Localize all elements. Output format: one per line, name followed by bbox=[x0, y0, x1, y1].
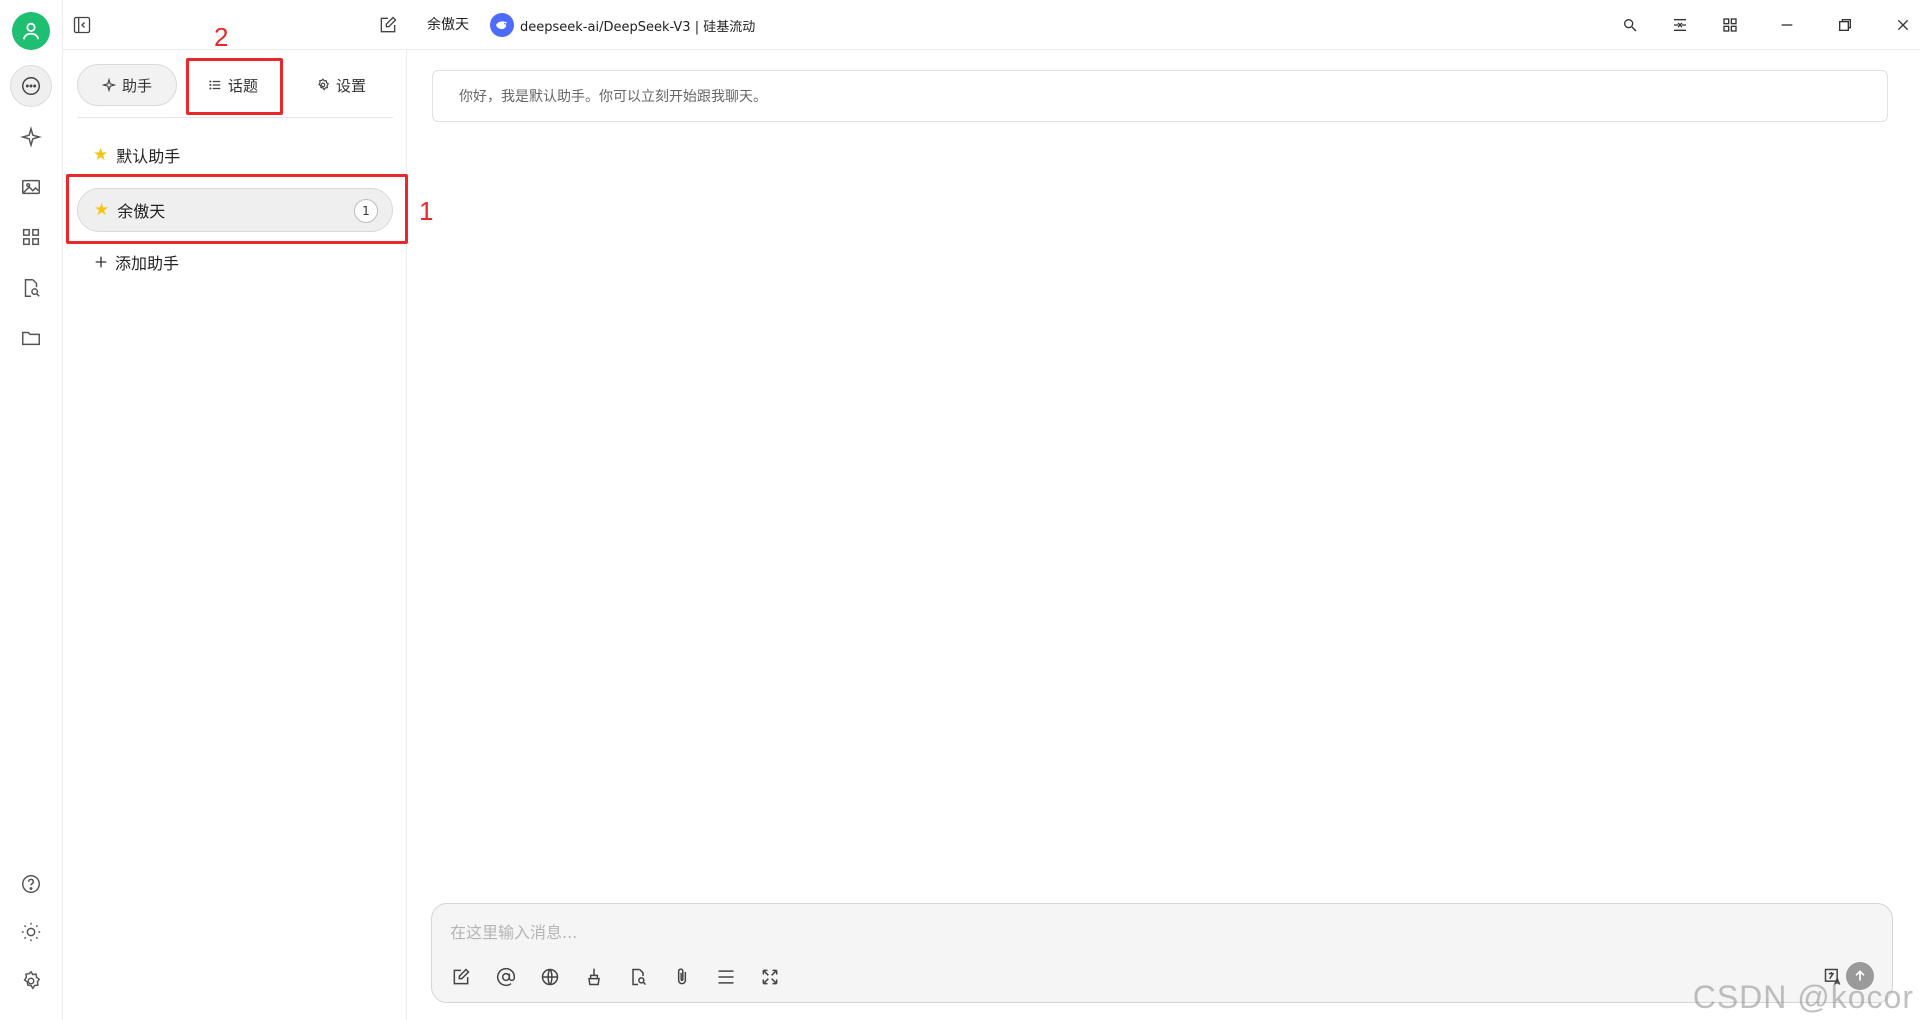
minimize-button[interactable] bbox=[1772, 10, 1802, 40]
topic-count-badge: 1 bbox=[354, 199, 378, 223]
star-icon: ★ bbox=[93, 144, 109, 165]
rail-agents-button[interactable] bbox=[10, 116, 52, 158]
globe-icon bbox=[541, 968, 559, 986]
annotation-label-1: 1 bbox=[419, 196, 434, 226]
icon-rail bbox=[0, 0, 63, 1020]
watermark: CSDN @kocor bbox=[1692, 979, 1914, 1015]
add-assistant-button[interactable]: 添加助手 bbox=[93, 250, 179, 274]
panel-tabs: 助手 话题 设置 bbox=[77, 64, 393, 118]
model-selector[interactable]: deepseek-ai/DeepSeek-V3 | 硅基流动 bbox=[490, 12, 755, 38]
sparkle-icon bbox=[101, 78, 116, 92]
close-button[interactable] bbox=[1888, 10, 1918, 40]
tab-topics[interactable]: 话题 bbox=[185, 64, 281, 106]
tab-settings-label: 设置 bbox=[335, 76, 366, 95]
greeting-text: 你好，我是默认助手。你可以立刻开始跟我聊天。 bbox=[459, 89, 767, 105]
tab-topics-label: 话题 bbox=[227, 76, 258, 95]
user-icon bbox=[22, 22, 40, 40]
expand-tool[interactable] bbox=[757, 964, 783, 990]
message-input[interactable] bbox=[450, 918, 1850, 946]
greeting-message: 你好，我是默认助手。你可以立刻开始跟我聊天。 bbox=[432, 70, 1888, 122]
search-icon bbox=[1624, 18, 1637, 32]
gear-icon bbox=[318, 78, 330, 91]
assistant-label: 默认助手 bbox=[116, 147, 181, 166]
app-window: 余傲天 deepseek-ai/DeepSeek-V3 | 硅基流动 助手 话题… bbox=[0, 0, 1920, 1020]
search-button[interactable] bbox=[1615, 10, 1645, 40]
paperclip-icon bbox=[677, 968, 687, 985]
apps-grid-icon bbox=[1723, 18, 1737, 32]
assistant-label: 余傲天 bbox=[117, 202, 166, 221]
plus-icon bbox=[95, 256, 107, 268]
message-composer bbox=[431, 903, 1893, 1003]
image-icon bbox=[22, 179, 40, 195]
rail-knowledge-button[interactable] bbox=[10, 267, 52, 309]
separator-icon bbox=[718, 970, 734, 984]
mention-model-tool[interactable] bbox=[493, 964, 519, 990]
list-icon bbox=[209, 80, 221, 90]
folder-icon bbox=[22, 331, 40, 346]
restore-button[interactable] bbox=[1830, 10, 1860, 40]
sparkle-icon bbox=[20, 126, 42, 148]
expand-icon bbox=[762, 969, 778, 985]
toggle-sidebar-button[interactable] bbox=[69, 12, 95, 38]
new-topic-tool[interactable] bbox=[448, 964, 474, 990]
apps-button[interactable] bbox=[1715, 10, 1745, 40]
rail-help-button[interactable] bbox=[10, 863, 52, 905]
sun-icon bbox=[21, 922, 41, 942]
assistant-item-default[interactable]: ★ 默认助手 bbox=[77, 133, 393, 177]
knowledge-base-tool[interactable] bbox=[625, 964, 651, 990]
gear-icon bbox=[23, 970, 41, 990]
tab-settings[interactable]: 设置 bbox=[291, 64, 391, 106]
web-search-tool[interactable] bbox=[537, 964, 563, 990]
tab-assistants-label: 助手 bbox=[121, 76, 152, 95]
tab-assistants[interactable]: 助手 bbox=[77, 64, 177, 106]
assistant-item-selected[interactable]: ★ 余傲天 1 bbox=[77, 188, 393, 232]
document-search-icon bbox=[632, 968, 647, 986]
chat-bubble-icon bbox=[22, 77, 40, 95]
layout-icon bbox=[1674, 19, 1686, 31]
assistant-title: 余傲天 bbox=[427, 17, 469, 33]
grid-icon bbox=[22, 228, 40, 246]
new-chat-button[interactable] bbox=[375, 12, 401, 38]
rail-files-button[interactable] bbox=[10, 317, 52, 359]
edit-icon bbox=[453, 968, 470, 985]
top-bar: 余傲天 deepseek-ai/DeepSeek-V3 | 硅基流动 bbox=[63, 0, 1920, 50]
minimize-icon bbox=[1781, 24, 1793, 26]
rail-chat-button[interactable] bbox=[10, 65, 52, 107]
rail-image-button[interactable] bbox=[10, 166, 52, 208]
sidebar-collapse-icon bbox=[73, 16, 91, 34]
rail-apps-button[interactable] bbox=[10, 216, 52, 258]
edit-icon bbox=[380, 16, 397, 33]
assistant-panel: 助手 话题 设置 ★ 默认助手 ★ 余傲天 1 添加助手 bbox=[63, 50, 407, 1020]
deepseek-logo-icon bbox=[490, 13, 514, 37]
at-sign-icon bbox=[496, 967, 516, 987]
context-separator-tool[interactable] bbox=[713, 964, 739, 990]
add-assistant-label: 添加助手 bbox=[115, 254, 180, 273]
document-search-icon bbox=[24, 279, 40, 297]
broom-icon bbox=[588, 968, 600, 986]
user-avatar[interactable] bbox=[12, 12, 50, 50]
help-icon bbox=[22, 875, 40, 893]
rail-theme-button[interactable] bbox=[10, 911, 52, 953]
annotation-label-2: 2 bbox=[214, 22, 229, 52]
model-label: deepseek-ai/DeepSeek-V3 | 硅基流动 bbox=[520, 19, 756, 35]
close-icon bbox=[1897, 19, 1909, 31]
restore-icon bbox=[1839, 19, 1851, 31]
rail-settings-button[interactable] bbox=[10, 960, 52, 1002]
layout-toggle-button[interactable] bbox=[1665, 10, 1695, 40]
clear-tool[interactable] bbox=[581, 964, 607, 990]
attachment-tool[interactable] bbox=[669, 964, 695, 990]
star-icon: ★ bbox=[94, 199, 110, 220]
